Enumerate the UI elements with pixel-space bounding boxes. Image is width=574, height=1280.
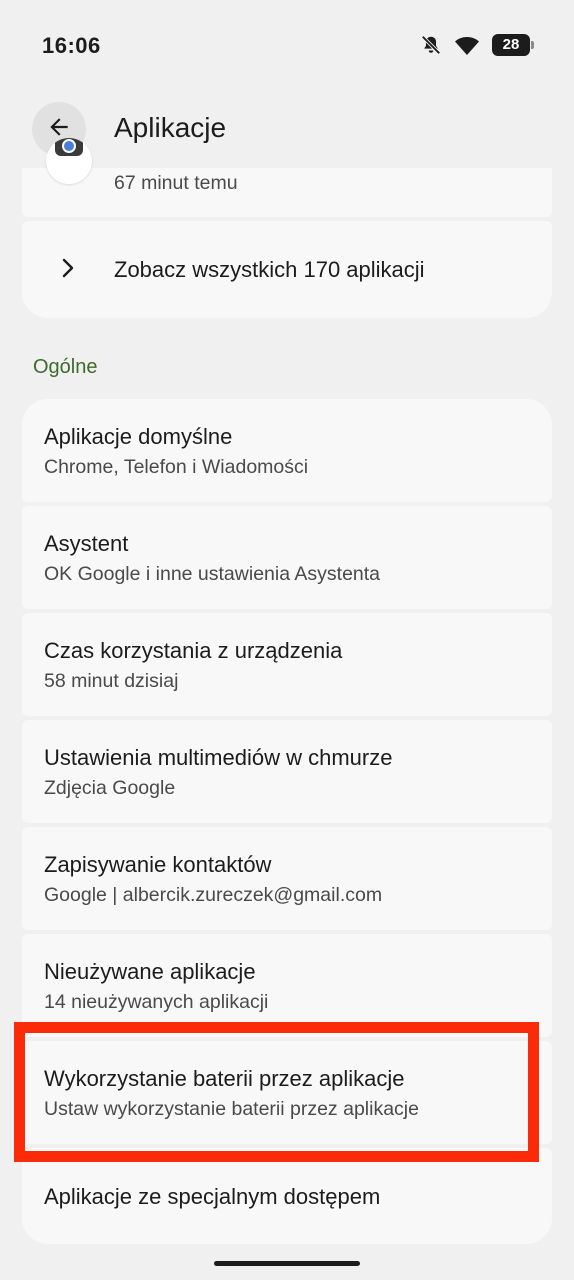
battery-level: 28 <box>502 36 520 53</box>
list-item-title: Czas korzystania z urządzenia <box>44 638 343 663</box>
recent-app-subtitle: 67 minut temu <box>114 172 238 194</box>
status-bar: 16:06 28 <box>0 0 574 92</box>
list-item-subtitle: Ustaw wykorzystanie baterii przez aplika… <box>44 1098 419 1120</box>
screen: 16:06 28 Aplikacje 67 minut temu Zobacz … <box>0 0 574 1280</box>
mute-icon <box>420 34 442 56</box>
page-title: Aplikacje <box>114 112 227 143</box>
see-all-apps-button[interactable]: Zobacz wszystkich 170 aplikacji <box>22 221 552 318</box>
list-item-unused-apps[interactable]: Nieużywane aplikacje 14 nieużywanych apl… <box>22 934 552 1037</box>
list-item-special-access[interactable]: Aplikacje ze specjalnym dostępem <box>22 1148 552 1244</box>
list-item-subtitle: Chrome, Telefon i Wiadomości <box>44 456 309 478</box>
list-item-app-battery-usage[interactable]: Wykorzystanie baterii przez aplikacje Us… <box>22 1041 552 1144</box>
recent-app-item[interactable]: 67 minut temu <box>22 138 552 217</box>
list-item-contacts-saving[interactable]: Zapisywanie kontaktów Google | albercik.… <box>22 827 552 930</box>
battery-icon: 28 <box>492 34 534 56</box>
list-item-subtitle: Zdjęcia Google <box>44 777 176 799</box>
list-item-assistant[interactable]: Asystent OK Google i inne ustawienia Asy… <box>22 506 552 609</box>
status-icons: 28 <box>420 34 534 56</box>
list-item-subtitle: 14 nieużywanych aplikacji <box>44 991 269 1013</box>
section-header-general: Ogólne <box>33 356 98 378</box>
list-item-subtitle: Google | albercik.zureczek@gmail.com <box>44 884 383 906</box>
status-time: 16:06 <box>42 33 101 58</box>
see-all-apps-label: Zobacz wszystkich 170 aplikacji <box>114 257 425 282</box>
list-item-title: Ustawienia multimediów w chmurze <box>44 745 393 770</box>
list-item-title: Asystent <box>44 531 129 556</box>
list-item-title: Nieużywane aplikacje <box>44 959 256 984</box>
list-item-cloud-media[interactable]: Ustawienia multimediów w chmurze Zdjęcia… <box>22 720 552 823</box>
list-item-title: Zapisywanie kontaktów <box>44 852 272 877</box>
list-item-screen-time[interactable]: Czas korzystania z urządzenia 58 minut d… <box>22 613 552 716</box>
list-item-title: Aplikacje domyślne <box>44 424 233 449</box>
chevron-right-icon <box>60 257 76 284</box>
list-item-default-apps[interactable]: Aplikacje domyślne Chrome, Telefon i Wia… <box>22 399 552 502</box>
home-indicator[interactable] <box>214 1261 360 1266</box>
list-item-subtitle: OK Google i inne ustawienia Asystenta <box>44 563 381 585</box>
list-item-subtitle: 58 minut dzisiaj <box>44 670 179 692</box>
wifi-icon <box>454 34 480 56</box>
app-icon <box>46 138 92 184</box>
list-item-title: Aplikacje ze specjalnym dostępem <box>44 1184 381 1209</box>
list-item-title: Wykorzystanie baterii przez aplikacje <box>44 1066 405 1091</box>
